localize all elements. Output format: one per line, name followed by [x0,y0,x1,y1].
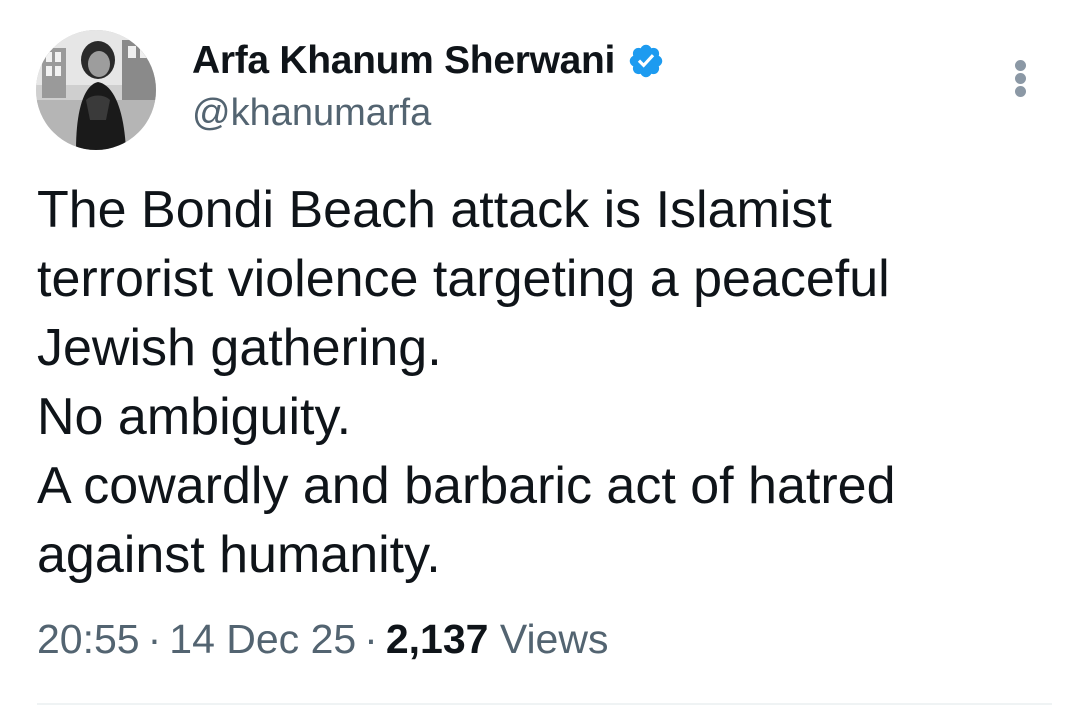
author-handle[interactable]: @khanumarfa [192,92,431,135]
tweet-text-line: A cowardly and barbaric act of hatred [37,457,896,515]
tweet-text-line: No ambiguity. [37,388,352,446]
views-label[interactable]: Views [500,616,609,662]
meta-separator: · [147,616,162,662]
divider [37,703,1052,705]
avatar[interactable] [36,30,156,150]
views-count[interactable]: 2,137 [386,616,489,662]
tweet-text-line: The Bondi Beach attack is Islamist [37,181,832,239]
tweet-time[interactable]: 20:55 [37,616,140,662]
more-vertical-icon [1015,73,1026,84]
tweet-card: Arfa Khanum Sherwani @khanumarfa The Bon… [0,0,1080,707]
tweet-meta: 20:55 · 14 Dec 25 · 2,137 Views [37,616,608,663]
verified-badge-icon [627,42,665,80]
meta-separator: · [364,616,378,662]
author-display-name[interactable]: Arfa Khanum Sherwani [192,39,615,83]
tweet-text: The Bondi Beach attack is Islamist terro… [37,176,1047,590]
tweet-text-line: terrorist violence targeting a peaceful [37,250,890,308]
tweet-date[interactable]: 14 Dec 25 [169,616,356,662]
more-options-button[interactable] [1008,56,1034,100]
author-name-row: Arfa Khanum Sherwani [192,38,665,84]
more-vertical-icon [1015,60,1026,71]
tweet-text-line: Jewish gathering. [37,319,442,377]
tweet-text-line: against humanity. [37,526,441,584]
more-vertical-icon [1015,86,1026,97]
avatar-photo-icon [36,30,156,150]
